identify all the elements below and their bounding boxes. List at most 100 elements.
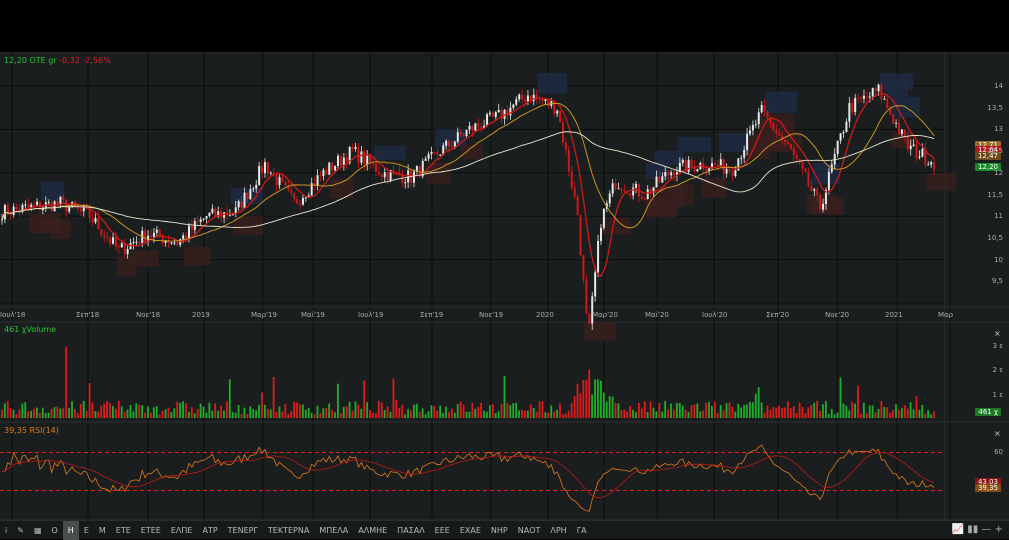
candle <box>556 110 559 114</box>
toolbar-item[interactable]: Ο <box>47 521 63 540</box>
volume-bar <box>97 411 100 418</box>
toolbar-item[interactable]: ΜΠΕΛΑ <box>314 521 353 540</box>
toolbar-item[interactable]: ΛΡΗ <box>545 521 571 540</box>
volume-bar <box>392 378 395 418</box>
candle <box>687 159 690 173</box>
toolbar-item[interactable]: ΕΕΕ <box>430 521 455 540</box>
volume-bar <box>816 400 819 418</box>
volume-bar <box>786 401 789 418</box>
zone <box>601 217 631 235</box>
candle <box>898 122 901 134</box>
toolbar-item[interactable]: Η <box>62 520 79 540</box>
candle <box>246 192 249 200</box>
volume-bar <box>407 409 409 418</box>
candle <box>614 183 617 189</box>
volume-bar <box>804 413 807 418</box>
toolbar-item[interactable]: ΕΧΑΕ <box>455 521 486 540</box>
volume-bar <box>617 403 620 418</box>
zoom-out-icon[interactable]: — <box>981 524 991 535</box>
toolbar-item[interactable]: ΤΕΝΕΡΓ <box>223 521 263 540</box>
volume-bar <box>448 412 450 418</box>
candle <box>281 177 284 182</box>
zoom-in-icon[interactable]: + <box>995 524 1003 535</box>
candle <box>801 162 804 169</box>
candle <box>383 172 386 178</box>
volume-bar <box>205 412 208 418</box>
toolbar-item[interactable]: ΕΤΕΕ <box>136 521 166 540</box>
chart-type-icon[interactable]: 📈 <box>952 524 964 535</box>
toolbar-item[interactable]: ΓΑ <box>572 521 592 540</box>
toolbar-item[interactable]: ΝΗΡ <box>486 521 513 540</box>
candle <box>903 129 906 137</box>
volume-bar <box>225 401 228 418</box>
candle <box>94 218 97 223</box>
candle <box>664 172 667 177</box>
volume-bar <box>243 407 246 418</box>
candle <box>807 171 810 186</box>
volume-bar <box>486 411 488 418</box>
candle <box>486 114 489 126</box>
toolbar-item[interactable]: i <box>0 521 12 540</box>
toolbar-item[interactable]: ΑΤΡ <box>197 521 222 540</box>
volume-bar <box>605 401 608 418</box>
volume-bar <box>301 404 304 418</box>
candle <box>892 114 895 124</box>
chart-canvas[interactable] <box>0 52 1009 520</box>
volume-bar <box>798 402 801 418</box>
close-volume-panel[interactable]: × <box>994 329 1001 338</box>
close-rsi-panel[interactable]: × <box>994 429 1001 438</box>
candle <box>559 110 562 123</box>
volume-bar <box>751 402 754 418</box>
toolbar-item[interactable]: Ε <box>79 521 94 540</box>
candle <box>865 95 868 97</box>
candle <box>36 201 39 206</box>
volume-bar <box>608 396 611 418</box>
toolbar-item[interactable]: ΕΤΕ <box>111 521 136 540</box>
candle <box>588 313 591 324</box>
volume-bar <box>141 405 144 418</box>
volume-bar <box>103 403 106 418</box>
volume-bar <box>883 406 886 418</box>
candle <box>152 232 155 237</box>
volume-bar <box>258 404 260 418</box>
volume-bar <box>518 410 520 418</box>
candle <box>883 98 886 100</box>
volume-bar <box>38 412 41 418</box>
toolbar-item[interactable]: ✎ <box>12 521 29 540</box>
volume-bar <box>836 412 839 418</box>
vol-axis: 3 ε <box>992 342 1003 350</box>
candle <box>319 175 322 177</box>
candle <box>290 189 293 194</box>
toolbar-item[interactable]: ΤΕΚΤΕΡΝΑ <box>263 521 314 540</box>
volume-bar <box>865 413 868 418</box>
x-tick: Ιουλ'19 <box>358 311 384 319</box>
bars-icon[interactable]: ▮▮ <box>967 524 978 535</box>
volume-bar <box>296 402 298 418</box>
candle <box>255 184 258 189</box>
volume-bar <box>281 411 284 418</box>
toolbar-item[interactable]: ΕΛΠΕ <box>166 521 198 540</box>
volume-bar <box>316 405 319 418</box>
volume-bar <box>339 412 342 418</box>
toolbar-item[interactable]: ▦ <box>29 521 47 540</box>
candle <box>56 201 59 205</box>
toolbar-item[interactable]: ΝΑΟΤ <box>513 521 546 540</box>
candle <box>182 235 185 240</box>
volume-bar <box>898 410 900 418</box>
candle <box>521 94 524 100</box>
volume-bar <box>161 410 164 418</box>
toolbar-item[interactable]: Μ <box>94 521 111 540</box>
candle <box>611 183 614 194</box>
volume-bar <box>664 401 667 418</box>
volume-bar <box>857 385 859 418</box>
volume-bar <box>65 346 68 418</box>
candle <box>202 218 205 220</box>
candle <box>740 157 743 159</box>
candle <box>880 84 883 100</box>
candle <box>357 146 360 163</box>
candle <box>261 166 264 174</box>
toolbar-item[interactable]: ΠΑΣΑΛ <box>392 521 430 540</box>
toolbar-item[interactable]: ΑΛΜΗΕ <box>353 521 392 540</box>
volume-bar <box>862 402 865 418</box>
candle <box>792 148 795 155</box>
